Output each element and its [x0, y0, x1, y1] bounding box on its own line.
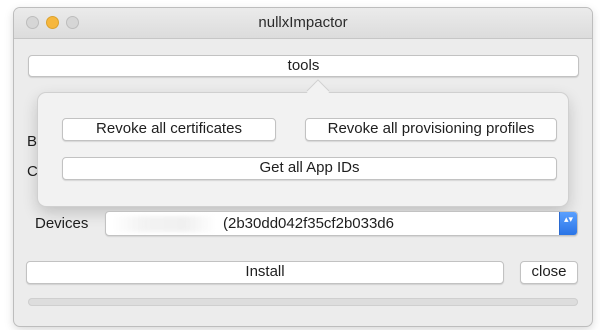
window-title: nullxImpactor	[258, 14, 348, 31]
revoke-certificates-button[interactable]: Revoke all certificates	[62, 118, 276, 141]
tools-popover: Revoke all certificates Revoke all provi…	[38, 80, 568, 206]
app-window: nullxImpactor tools B C Revoke all certi…	[14, 8, 592, 326]
redacted-device-name	[112, 216, 216, 232]
tools-button[interactable]: tools	[28, 55, 579, 77]
devices-select[interactable]: (2b30dd042f35cf2b033d6 ▴▾	[105, 211, 578, 236]
install-button[interactable]: Install	[26, 261, 504, 284]
title-bar: nullxImpactor	[14, 8, 592, 39]
revoke-provisioning-profiles-button[interactable]: Revoke all provisioning profiles	[305, 118, 557, 141]
select-stepper-icon[interactable]: ▴▾	[559, 212, 577, 235]
close-button[interactable]: close	[520, 261, 578, 284]
partially-hidden-label-c: C	[27, 163, 38, 180]
progress-bar	[28, 298, 578, 306]
devices-label: Devices	[35, 215, 89, 232]
devices-selected-value: (2b30dd042f35cf2b033d6	[223, 215, 394, 232]
get-app-ids-button[interactable]: Get all App IDs	[62, 157, 557, 180]
partially-hidden-label-b: B	[27, 133, 38, 150]
popover-arrow	[306, 80, 330, 104]
